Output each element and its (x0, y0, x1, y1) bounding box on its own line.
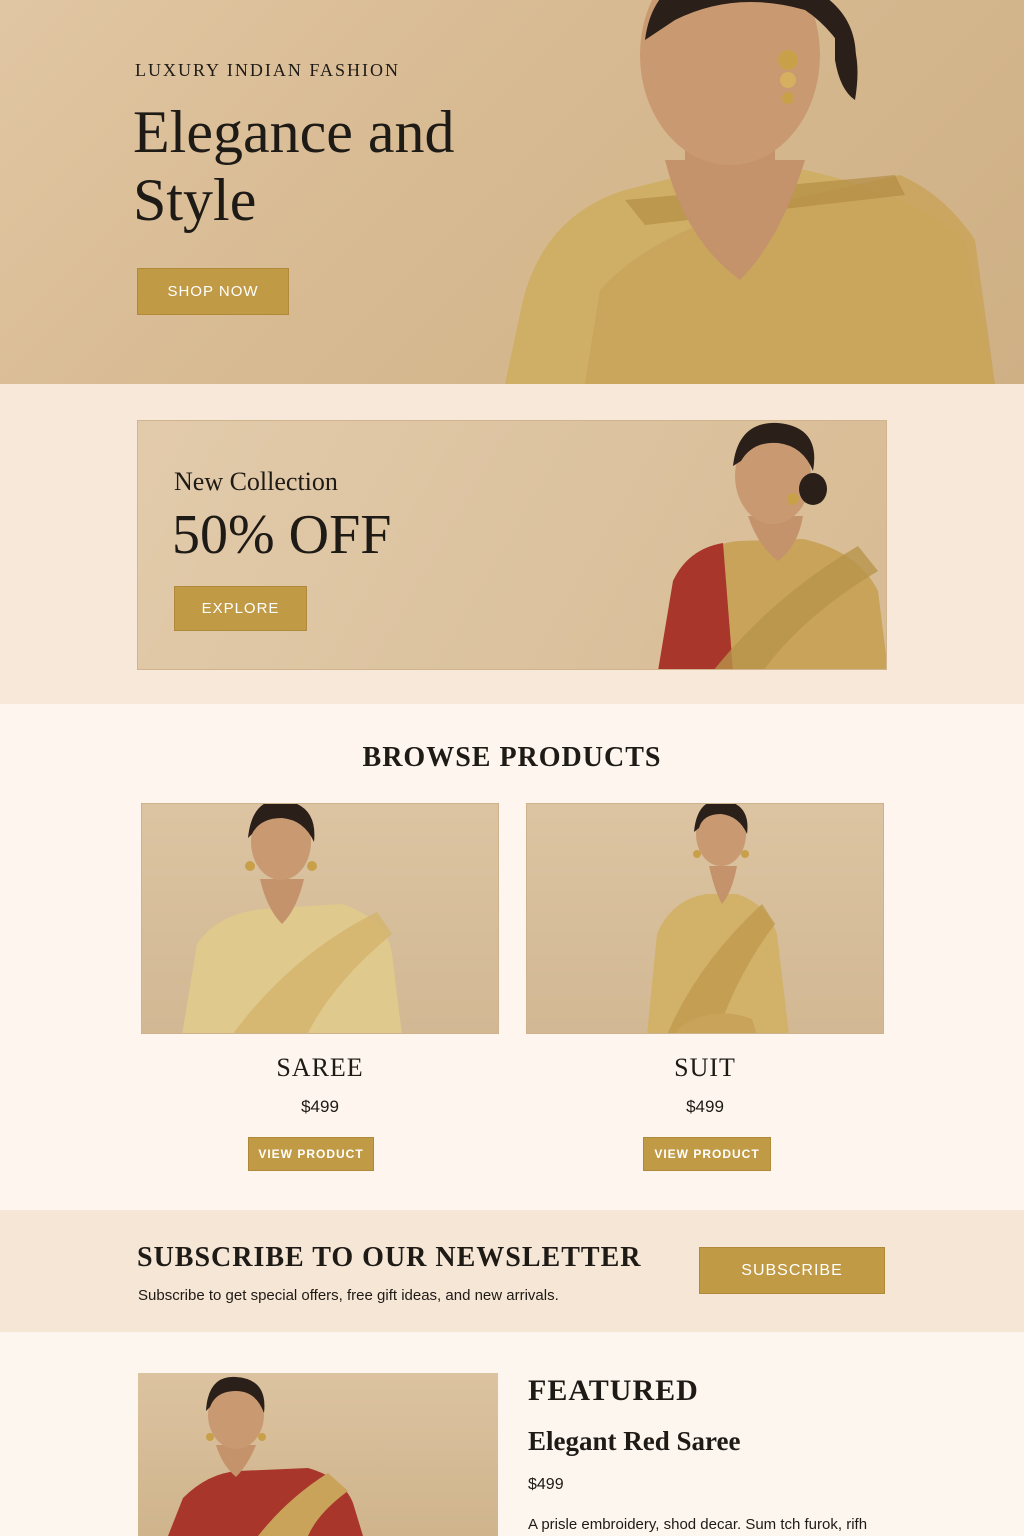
saree-model-illustration (182, 804, 402, 1033)
browse-title: BROWSE PRODUCTS (362, 742, 662, 773)
shop-now-button[interactable]: SHOP NOW (137, 268, 289, 315)
featured-price: $499 (528, 1476, 564, 1493)
view-product-button[interactable]: VIEW PRODUCT (643, 1137, 771, 1171)
featured-product-name: Elegant Red Saree (528, 1426, 741, 1456)
promo-headline: 50% OFF (172, 504, 392, 566)
promo-subtitle: New Collection (174, 467, 338, 496)
featured-image[interactable] (138, 1373, 498, 1536)
product-name: SAREE (276, 1053, 364, 1082)
product-price: $499 (301, 1097, 339, 1116)
featured-label: FEATURED (528, 1374, 699, 1407)
featured-model-illustration (168, 1376, 363, 1536)
promo-card: New Collection 50% OFF EXPLORE (137, 420, 887, 670)
promo-model-image (653, 421, 886, 669)
suit-model-illustration (647, 804, 789, 1033)
product-image[interactable] (526, 803, 884, 1034)
product-image[interactable] (141, 803, 499, 1034)
product-card[interactable]: SUIT $499 VIEW PRODUCT (526, 803, 884, 1183)
product-price: $499 (686, 1097, 724, 1116)
hero-banner: LUXURY INDIAN FASHION Elegance and Style… (0, 0, 1024, 384)
hero-model-image (505, 0, 1000, 384)
newsletter-text: Subscribe to get special offers, free gi… (138, 1287, 559, 1304)
newsletter-title: SUBSCRIBE TO OUR NEWSLETTER (137, 1242, 642, 1273)
hero-title: Elegance and Style (133, 99, 455, 233)
subscribe-button[interactable]: SUBSCRIBE (699, 1247, 885, 1294)
hero-eyebrow: LUXURY INDIAN FASHION (135, 60, 400, 80)
explore-button[interactable]: EXPLORE (174, 586, 307, 631)
promo-model-illustration (658, 422, 886, 669)
product-card[interactable]: SAREE $499 VIEW PRODUCT (141, 803, 499, 1183)
hero-model-illustration (505, 0, 995, 384)
featured-description: A prisle embroidery, shod decar. Sum tch… (528, 1516, 868, 1533)
view-product-button[interactable]: VIEW PRODUCT (248, 1137, 374, 1171)
product-name: SUIT (674, 1053, 736, 1082)
